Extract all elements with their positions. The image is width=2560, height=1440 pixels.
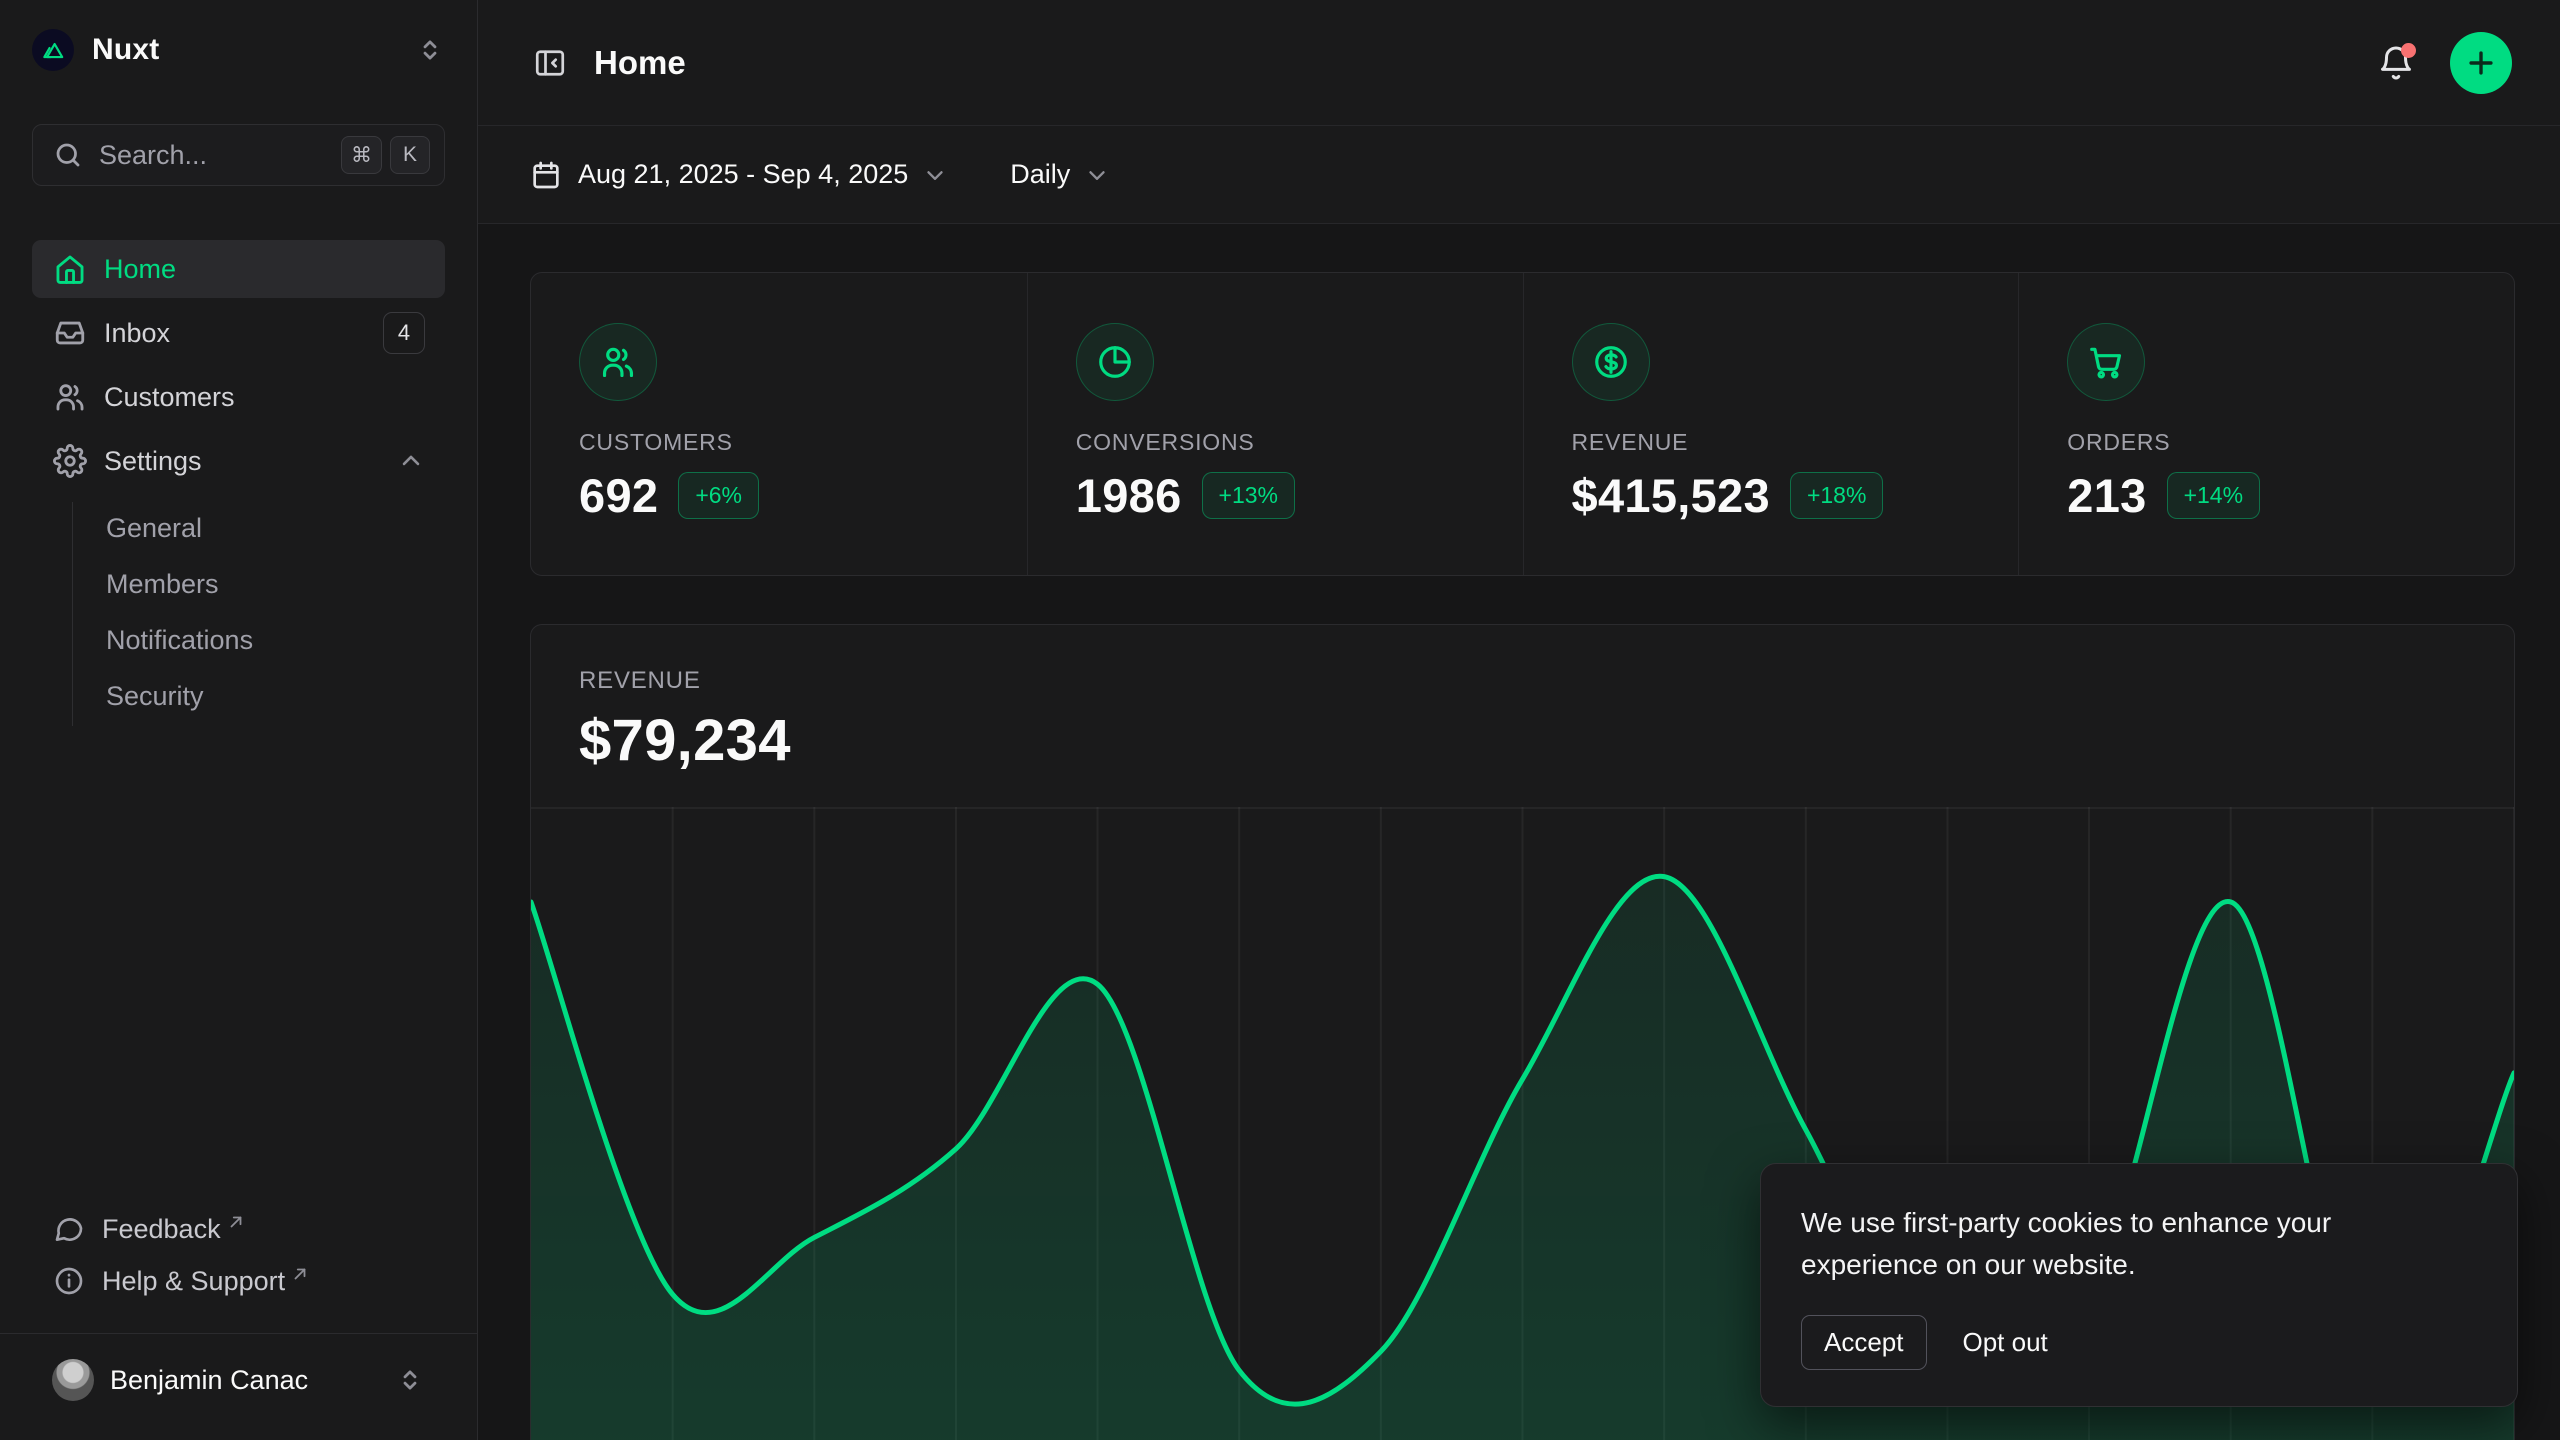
stat-delta-badge: +14% bbox=[2167, 472, 2260, 519]
kbd-cmd: ⌘ bbox=[341, 136, 382, 174]
sidebar-item-label: Inbox bbox=[104, 318, 170, 349]
date-range-picker[interactable]: Aug 21, 2025 - Sep 4, 2025 bbox=[530, 159, 948, 191]
stat-revenue[interactable]: REVENUE $415,523 +18% bbox=[1523, 273, 2019, 575]
subnav-item-label: General bbox=[106, 513, 202, 544]
feedback-label: Feedback bbox=[102, 1214, 221, 1245]
filters-toolbar: Aug 21, 2025 - Sep 4, 2025 Daily bbox=[478, 126, 2560, 224]
sidebar-item-settings[interactable]: Settings bbox=[32, 432, 445, 490]
sidebar: Nuxt Search... ⌘ K bbox=[0, 0, 478, 1440]
gear-icon bbox=[52, 443, 88, 479]
opt-out-button[interactable]: Opt out bbox=[1963, 1327, 2048, 1358]
stat-label: CUSTOMERS bbox=[579, 429, 979, 456]
stat-label: ORDERS bbox=[2067, 429, 2466, 456]
dollar-circle-icon bbox=[1572, 323, 1650, 401]
stat-value: 1986 bbox=[1076, 468, 1182, 523]
home-icon bbox=[52, 251, 88, 287]
chevron-up-down-icon bbox=[415, 35, 445, 65]
notification-dot bbox=[2401, 43, 2416, 58]
sidebar-item-security[interactable]: Security bbox=[73, 670, 445, 722]
revenue-chart-value: $79,234 bbox=[579, 707, 2466, 774]
revenue-chart-header: REVENUE $79,234 bbox=[531, 625, 2514, 807]
inbox-unread-badge: 4 bbox=[383, 312, 425, 354]
period-select[interactable]: Daily bbox=[1010, 159, 1110, 190]
stat-delta-badge: +18% bbox=[1790, 472, 1883, 519]
stat-orders[interactable]: ORDERS 213 +14% bbox=[2018, 273, 2514, 575]
settings-subnav: General Members Notifications Security bbox=[72, 502, 445, 726]
stat-conversions[interactable]: CONVERSIONS 1986 +13% bbox=[1027, 273, 1523, 575]
inbox-icon bbox=[52, 315, 88, 351]
external-link-icon bbox=[227, 1213, 245, 1231]
sidebar-footer: Feedback Help & Support bbox=[32, 1203, 445, 1416]
revenue-chart-label: REVENUE bbox=[579, 667, 2466, 695]
sidebar-item-label: Home bbox=[104, 254, 176, 285]
sidebar-divider bbox=[0, 1333, 477, 1334]
workspace-name: Nuxt bbox=[92, 33, 159, 67]
plus-icon bbox=[2464, 46, 2498, 80]
calendar-icon bbox=[530, 159, 562, 191]
panel-left-collapse-icon[interactable] bbox=[530, 43, 570, 83]
avatar bbox=[52, 1359, 94, 1401]
stat-delta-badge: +13% bbox=[1202, 472, 1295, 519]
stat-value: $415,523 bbox=[1572, 468, 1770, 523]
sidebar-item-general[interactable]: General bbox=[73, 502, 445, 554]
stat-value: 213 bbox=[2067, 468, 2146, 523]
sidebar-item-label: Customers bbox=[104, 382, 235, 413]
date-range-value: Aug 21, 2025 - Sep 4, 2025 bbox=[578, 159, 908, 190]
subnav-item-label: Members bbox=[106, 569, 219, 600]
add-button[interactable] bbox=[2450, 32, 2512, 94]
sidebar-item-label: Settings bbox=[104, 446, 202, 477]
sidebar-item-members[interactable]: Members bbox=[73, 558, 445, 610]
page-header: Home bbox=[478, 0, 2560, 126]
search-placeholder: Search... bbox=[99, 140, 207, 171]
chevron-down-icon bbox=[922, 162, 948, 188]
chevron-up-down-icon bbox=[395, 1365, 425, 1395]
page-title: Home bbox=[594, 44, 686, 82]
period-value: Daily bbox=[1010, 159, 1070, 190]
kbd-k: K bbox=[390, 136, 430, 174]
stat-value: 692 bbox=[579, 468, 658, 523]
chevron-down-icon bbox=[1084, 162, 1110, 188]
nuxt-logo-icon bbox=[32, 29, 74, 71]
cookie-banner: We use first-party cookies to enhance yo… bbox=[1760, 1163, 2518, 1407]
pie-chart-icon bbox=[1076, 323, 1154, 401]
accept-button[interactable]: Accept bbox=[1801, 1315, 1927, 1370]
feedback-link[interactable]: Feedback bbox=[32, 1203, 445, 1255]
cart-icon bbox=[2067, 323, 2145, 401]
sidebar-item-inbox[interactable]: Inbox 4 bbox=[32, 304, 445, 362]
sidebar-item-customers[interactable]: Customers bbox=[32, 368, 445, 426]
subnav-item-label: Notifications bbox=[106, 625, 253, 656]
sidebar-item-home[interactable]: Home bbox=[32, 240, 445, 298]
workspace-selector[interactable]: Nuxt bbox=[32, 18, 445, 82]
external-link-icon bbox=[291, 1265, 309, 1283]
subnav-item-label: Security bbox=[106, 681, 204, 712]
search-input[interactable]: Search... ⌘ K bbox=[32, 124, 445, 186]
stat-label: REVENUE bbox=[1572, 429, 1971, 456]
stat-delta-badge: +6% bbox=[678, 472, 759, 519]
stat-customers[interactable]: CUSTOMERS 692 +6% bbox=[531, 273, 1027, 575]
sidebar-item-notifications[interactable]: Notifications bbox=[73, 614, 445, 666]
sidebar-nav: Home Inbox 4 bbox=[32, 240, 445, 726]
chevron-up-icon bbox=[397, 447, 425, 475]
cookie-message: We use first-party cookies to enhance yo… bbox=[1801, 1202, 2441, 1285]
cookie-actions: Accept Opt out bbox=[1801, 1315, 2477, 1370]
chat-bubble-icon bbox=[52, 1212, 86, 1246]
user-menu[interactable]: Benjamin Canac bbox=[32, 1344, 445, 1416]
search-icon bbox=[53, 140, 83, 170]
users-icon bbox=[579, 323, 657, 401]
users-icon bbox=[52, 379, 88, 415]
user-name: Benjamin Canac bbox=[110, 1365, 308, 1396]
help-support-label: Help & Support bbox=[102, 1266, 285, 1297]
stats-card: CUSTOMERS 692 +6% CONVERSIONS bbox=[530, 272, 2515, 576]
stat-label: CONVERSIONS bbox=[1076, 429, 1475, 456]
info-circle-icon bbox=[52, 1264, 86, 1298]
notifications-button[interactable] bbox=[2374, 41, 2418, 85]
help-support-link[interactable]: Help & Support bbox=[32, 1255, 445, 1307]
